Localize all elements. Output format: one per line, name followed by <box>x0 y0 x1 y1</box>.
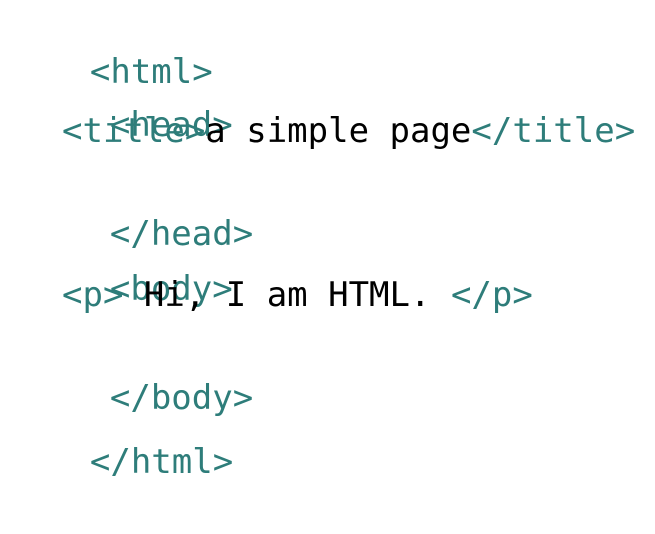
html-close-tag: </html> <box>89 442 234 482</box>
code-line-title: <title>a simple page</title> <box>62 107 635 155</box>
code-line-html-open: <html> <box>8 0 213 92</box>
code-line-head-close: </head> <box>28 162 253 254</box>
code-line-head-open: <head> <box>28 53 233 145</box>
p-open-tag: <p> <box>62 275 124 315</box>
code-line-paragraph: <p> Hi, I am HTML. </p> <box>62 271 533 319</box>
code-line-body-open: <body> <box>28 217 233 309</box>
title-close-tag: </title> <box>471 111 636 151</box>
code-view: <html> <head> <title>a simple page</titl… <box>0 0 655 482</box>
code-line-html-close: </html> <box>8 390 233 482</box>
p-close-tag: </p> <box>450 275 533 315</box>
title-open-tag: <title> <box>62 111 206 151</box>
paragraph-content: Hi, I am HTML. <box>123 275 451 315</box>
code-line-body-close: </body> <box>28 326 253 418</box>
title-content: a simple page <box>205 111 472 151</box>
